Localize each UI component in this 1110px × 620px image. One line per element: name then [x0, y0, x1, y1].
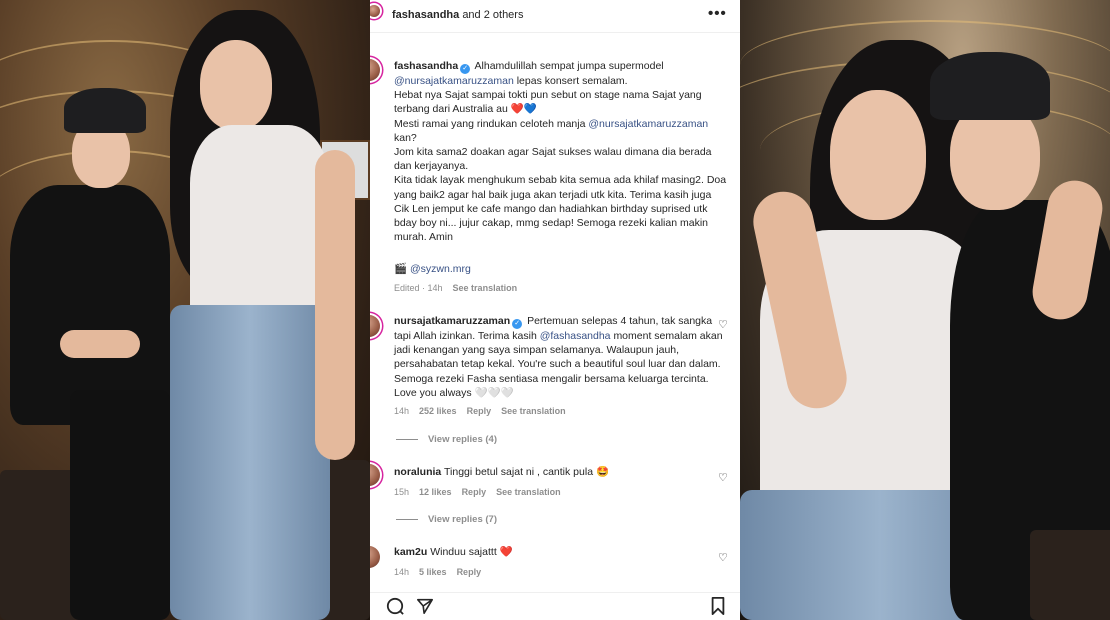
username-link[interactable]: noralunia [394, 466, 441, 478]
red-heart-icon: ❤️ [499, 546, 513, 558]
comment-text: noralunia Tinggi betul sajat ni , cantik… [394, 466, 610, 478]
post-author[interactable]: fashasandha and 2 others [392, 9, 523, 21]
caption-meta: Edited · 14h See translation [394, 283, 518, 293]
comment-text: kam2u Winduu sajattt ❤️ [394, 546, 513, 558]
comment-icon[interactable] [386, 597, 404, 620]
avatar[interactable] [370, 59, 380, 81]
heart-icon[interactable]: ♡ [718, 318, 728, 331]
comment: kam2u Winduu sajattt ❤️ ♡ 14h 5 likes Repl… [370, 544, 740, 584]
verified-badge-icon: ✓ [512, 319, 523, 329]
right-photo [740, 0, 1110, 620]
photo-credit: 🎬 @syzwn.mrg [394, 262, 729, 276]
comment: nursajatkamaruzzaman ✓ Pertemuan selepas … [370, 312, 740, 422]
comment-meta: 14h 252 likes Reply See translation [394, 406, 566, 416]
bookmark-icon[interactable] [710, 597, 726, 620]
reply-button[interactable]: Reply [467, 406, 492, 416]
see-translation-link[interactable]: See translation [501, 406, 566, 416]
more-options-icon[interactable]: ••• [708, 5, 727, 22]
username-link[interactable]: kam2u [394, 546, 427, 558]
avatar[interactable] [370, 464, 380, 486]
caption-text: fashasandha ✓ Alhamdulillah sempat jumpa … [394, 60, 727, 244]
username-link[interactable]: nursajatkamaruzzaman [394, 315, 510, 327]
comment-meta: 15h 12 likes Reply See translation [394, 487, 561, 497]
post-panel: fashasandha and 2 others ••• fashasandha… [370, 0, 740, 620]
comment-meta: 14h 5 likes Reply [394, 567, 482, 577]
heart-icon[interactable]: ♡ [718, 471, 728, 484]
mention-link[interactable]: @syzwn.mrg [410, 263, 471, 275]
mention-link[interactable]: @nursajatkamaruzzaman [588, 118, 708, 130]
username-link[interactable]: fashasandha [394, 60, 458, 72]
likes-count[interactable]: 5 likes [419, 567, 447, 577]
comment-text: nursajatkamaruzzaman ✓ Pertemuan selepas … [394, 315, 723, 399]
likes-count[interactable]: 252 likes [419, 406, 457, 416]
post-actions-bar [370, 592, 740, 620]
share-icon[interactable] [416, 597, 434, 620]
table [1030, 530, 1110, 620]
avatar[interactable] [370, 546, 380, 568]
see-translation-link[interactable]: See translation [453, 283, 518, 293]
red-heart-icon: ❤️ [510, 103, 524, 116]
verified-badge-icon: ✓ [460, 64, 471, 74]
view-replies-button[interactable]: View replies (4) [396, 434, 497, 445]
caption: fashasandha ✓ Alhamdulillah sempat jumpa … [370, 56, 740, 296]
reply-button[interactable]: Reply [457, 567, 482, 577]
heart-icon[interactable]: ♡ [718, 551, 728, 564]
blue-heart-icon: 💙 [523, 103, 537, 116]
clapper-icon: 🎬 [394, 263, 408, 275]
avatar[interactable] [370, 5, 380, 17]
comment: noralunia Tinggi betul sajat ni , cantik… [370, 462, 740, 502]
mention-link[interactable]: @nursajatkamaruzzaman [394, 75, 514, 87]
view-replies-button[interactable]: View replies (7) [396, 514, 497, 525]
see-translation-link[interactable]: See translation [496, 487, 561, 497]
left-photo [0, 0, 370, 620]
post-header: fashasandha and 2 others ••• [370, 0, 740, 33]
mention-link[interactable]: @fashasandha [540, 330, 611, 342]
likes-count[interactable]: 12 likes [419, 487, 452, 497]
avatar[interactable] [370, 315, 380, 337]
reply-button[interactable]: Reply [462, 487, 487, 497]
